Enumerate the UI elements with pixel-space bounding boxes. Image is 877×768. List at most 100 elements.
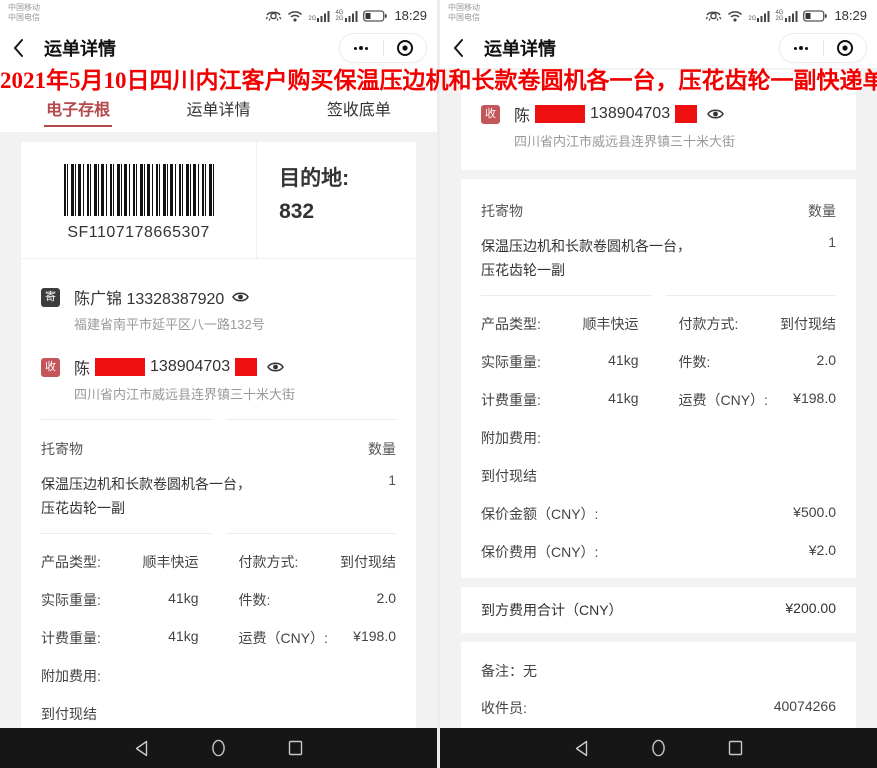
shipment-item-row: 保温压边机和长款卷圆机各一台，压花齿轮一副 1: [41, 472, 396, 520]
destination-code: 832: [279, 195, 416, 228]
detail-label: 实际重量:: [41, 590, 101, 610]
destination-label: 目的地:: [279, 162, 416, 195]
receiver-address: 四川省内江市威远县连界镇三十米大街: [514, 131, 836, 150]
carrier-1: 中国移动: [8, 3, 40, 13]
carrier-labels: 中国移动 中国电信: [448, 3, 480, 28]
item-name: 保温压边机和长款卷圆机各一台，压花齿轮一副: [41, 472, 261, 520]
battery-icon: [363, 10, 387, 22]
detail-value: ¥198.0: [353, 628, 396, 648]
receiver-badge-icon: 收: [481, 105, 500, 124]
destination-block: 目的地: 832: [256, 142, 416, 258]
miniprogram-capsule: [779, 33, 867, 63]
details-row: 实际重量:41kg 件数:2.0: [41, 590, 396, 610]
footer-info-section: 备注：无 收件员: 40074266 收件时间: 2021-05-10 17:4…: [461, 642, 856, 728]
tab-waybill-details[interactable]: 运单详情: [148, 96, 288, 132]
insured-fee-row: 保价费用（CNY）: ¥2.0: [481, 542, 836, 562]
receiver-badge-icon: 收: [41, 358, 60, 377]
detail-value: 41kg: [608, 352, 638, 372]
receiver-name: 陈: [514, 102, 530, 126]
detail-label: 运费（CNY）:: [679, 390, 768, 410]
cod-settle-label: 到付现结: [481, 466, 836, 486]
wifi-icon: [287, 10, 303, 22]
detail-label: 付款方式:: [239, 552, 299, 572]
wifi-icon: [727, 10, 743, 22]
carrier-labels: 中国移动 中国电信: [8, 3, 40, 28]
barcode: [64, 164, 214, 216]
more-options-button[interactable]: [780, 46, 823, 50]
details-row: 计费重量:41kg 运费（CNY）:¥198.0: [481, 390, 836, 410]
qty-column-header: 数量: [368, 439, 396, 459]
courier-row: 收件员: 40074266: [481, 698, 836, 718]
shipment-details-card: 托寄物 数量 保温压边机和长款卷圆机各一台，压花齿轮一副 1 产品类型:顺丰快运…: [461, 179, 856, 578]
total-card: 到方费用合计（CNY） ¥200.00: [461, 587, 856, 633]
detail-label: 件数:: [239, 590, 271, 610]
shipment-item-row: 保温压边机和长款卷圆机各一台，压花齿轮一副 1: [481, 234, 836, 282]
carrier-2: 中国电信: [448, 13, 480, 23]
detail-label: 实际重量:: [481, 352, 541, 372]
redaction-block: [235, 358, 257, 376]
detail-label: 件数:: [679, 352, 711, 372]
insured-amount-value: ¥500.0: [793, 504, 836, 524]
scroll-area-right[interactable]: 收 陈 138904703 四川省内江市威远县连界镇三十米大街: [440, 68, 877, 728]
android-home-button[interactable]: [651, 739, 666, 757]
show-sender-phone-eye-icon[interactable]: [232, 291, 249, 303]
nav-header: 运单详情: [440, 28, 877, 68]
more-options-button[interactable]: [340, 46, 383, 50]
android-back-button[interactable]: [134, 740, 149, 757]
miniprogram-capsule: [339, 33, 427, 63]
item-name: 保温压边机和长款卷圆机各一台，压花齿轮一副: [481, 234, 701, 282]
eye-protection-icon: [265, 9, 282, 22]
android-home-button[interactable]: [211, 739, 226, 757]
scroll-area-left[interactable]: SF1107178665307 目的地: 832 寄 陈广锦 133283879…: [0, 132, 437, 728]
sender-address: 福建省南平市延平区八一路132号: [74, 314, 396, 333]
page-title: 运单详情: [484, 35, 556, 61]
tab-signed-receipt[interactable]: 签收底单: [289, 96, 429, 132]
sender-badge-icon: 寄: [41, 288, 60, 307]
page-title: 运单详情: [44, 35, 116, 61]
details-row: 产品类型:顺丰快运 付款方式:到付现结: [41, 552, 396, 572]
details-row: 产品类型:顺丰快运 付款方式:到付现结: [481, 314, 836, 334]
status-bar: 中国移动 中国电信 2G 4G 2G: [440, 0, 877, 28]
item-column-header: 托寄物: [481, 201, 523, 221]
redaction-block: [95, 358, 145, 376]
detail-label: 产品类型:: [481, 314, 541, 334]
carrier-1: 中国移动: [448, 3, 480, 13]
shipment-section: 托寄物 数量 保温压边机和长款卷圆机各一台，压花齿轮一副 1: [21, 420, 416, 533]
insured-amount-row: 保价金额（CNY）: ¥500.0: [481, 504, 836, 524]
remark-row: 备注：无: [481, 661, 836, 681]
surcharge-label: 附加费用:: [481, 428, 836, 448]
android-recents-button[interactable]: [288, 740, 303, 756]
receiver-address: 四川省内江市威远县连界镇三十米大街: [74, 384, 396, 403]
eye-protection-icon: [705, 9, 722, 22]
tab-electronic-stub[interactable]: 电子存根: [8, 96, 148, 132]
clock-time: 18:29: [394, 8, 427, 23]
receiver-phone: 138904703: [590, 105, 670, 123]
cod-settle-label: 到付现结: [41, 704, 396, 724]
android-navbar: [440, 728, 877, 768]
receiver-block: 收 陈 138904703 四川省内江市威远县连界镇三十米大街: [481, 102, 836, 150]
detail-value: 到付现结: [340, 552, 396, 572]
detail-value: 41kg: [168, 628, 198, 648]
detail-value: 41kg: [168, 590, 198, 610]
android-recents-button[interactable]: [728, 740, 743, 756]
surcharge-label: 附加费用:: [41, 666, 396, 686]
clock-time: 18:29: [834, 8, 867, 23]
detail-label: 计费重量:: [41, 628, 101, 648]
section-divider: [21, 533, 416, 534]
back-icon[interactable]: [12, 34, 36, 62]
signal-2g-icon: 2G: [748, 10, 770, 22]
barcode-section: SF1107178665307 目的地: 832: [21, 142, 416, 259]
android-navbar: [0, 728, 437, 768]
insured-amount-label: 保价金额（CNY）:: [481, 504, 598, 524]
insured-fee-label: 保价费用（CNY）:: [481, 542, 598, 562]
barcode-number: SF1107178665307: [29, 224, 248, 242]
close-miniprogram-button[interactable]: [824, 39, 867, 57]
detail-value: ¥198.0: [793, 390, 836, 410]
android-back-button[interactable]: [574, 740, 589, 757]
total-label: 到方费用合计（CNY）: [481, 600, 623, 620]
show-receiver-phone-eye-icon[interactable]: [267, 361, 284, 373]
close-miniprogram-button[interactable]: [384, 39, 427, 57]
show-receiver-phone-eye-icon[interactable]: [707, 108, 724, 120]
courier-label: 收件员:: [481, 698, 527, 718]
back-icon[interactable]: [452, 34, 476, 62]
